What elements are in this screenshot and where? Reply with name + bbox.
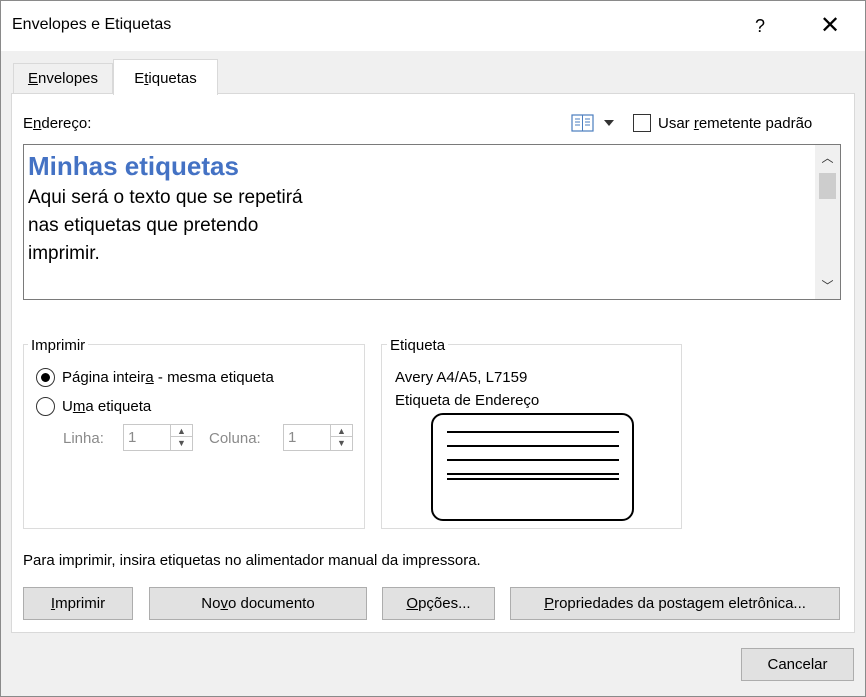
preview-line — [447, 473, 619, 475]
single-label-start: U — [62, 398, 73, 415]
use-default-sender-label[interactable]: Usar remetente padrão — [658, 115, 812, 132]
tab-envelopes[interactable]: Envelopes — [13, 63, 113, 95]
column-spinner-buttons: ▲ ▼ — [330, 425, 352, 450]
new-doc-label-start: No — [201, 595, 221, 612]
label-type: Etiqueta de Endereço — [395, 392, 540, 409]
single-label-radio-label[interactable]: Uma etiqueta — [62, 398, 151, 415]
single-label-accesskey: m — [72, 398, 86, 415]
options-accesskey: O — [406, 595, 419, 612]
column-value: 1 — [288, 429, 297, 446]
row-value: 1 — [128, 429, 137, 446]
spin-down-icon[interactable]: ▼ — [331, 437, 352, 449]
spin-up-icon[interactable]: ▲ — [331, 425, 352, 437]
scroll-down-icon[interactable]: ﹀ — [815, 273, 840, 299]
use-default-label-start: Usar — [658, 115, 694, 132]
scroll-thumb[interactable] — [819, 173, 836, 199]
single-label-end: a etiqueta — [85, 398, 152, 415]
address-label-start: E — [23, 115, 34, 132]
envelopes-labels-dialog: Envelopes e Etiquetas ? ✕ Envelopes Etiq… — [0, 0, 866, 697]
address-textarea[interactable]: Minhas etiquetas Aqui será o texto que s… — [23, 144, 841, 300]
address-book-button[interactable] — [571, 112, 617, 134]
options-button[interactable]: Opções... — [382, 587, 495, 620]
print-label: mprimir — [55, 595, 106, 612]
preview-line — [447, 445, 619, 447]
address-line: nas etiquetas que pretendo — [28, 215, 259, 236]
help-button[interactable]: ? — [737, 7, 783, 45]
label-product: Avery A4/A5, L7159 — [395, 369, 528, 386]
use-default-sender-checkbox[interactable] — [633, 114, 651, 132]
dialog-title: Envelopes e Etiquetas — [12, 16, 172, 33]
full-page-label-end: - mesma etiqueta — [153, 369, 274, 386]
column-spinner[interactable]: 1 ▲ ▼ — [283, 424, 353, 451]
tab-labels[interactable]: Etiquetas — [113, 59, 218, 95]
single-label-radio[interactable] — [36, 397, 55, 416]
title-bar: Envelopes e Etiquetas ? ✕ — [1, 1, 865, 51]
address-line: imprimir. — [28, 243, 100, 264]
new-document-button[interactable]: Novo documento — [149, 587, 367, 620]
label-group-legend: Etiqueta — [387, 337, 449, 354]
dropdown-arrow-icon — [604, 120, 614, 126]
preview-line — [447, 431, 619, 433]
tab-envelopes-label: nvelopes — [37, 70, 99, 87]
full-page-radio[interactable] — [36, 368, 55, 387]
address-label: Endereço: — [23, 115, 91, 132]
new-doc-accesskey: v — [220, 595, 228, 612]
close-button[interactable]: ✕ — [807, 7, 853, 45]
new-doc-label-end: o documento — [227, 595, 315, 612]
row-spinner[interactable]: 1 ▲ ▼ — [123, 424, 193, 451]
postage-properties-button[interactable]: Propriedades da postagem eletrônica... — [510, 587, 840, 620]
preview-line — [447, 459, 619, 461]
options-label: pções... — [418, 595, 471, 612]
postage-label: ropriedades da postagem eletrônica... — [554, 595, 806, 612]
address-label-end: dereço: — [41, 115, 92, 132]
help-icon: ? — [754, 16, 765, 36]
full-page-label-start: Página inteir — [62, 369, 146, 386]
address-title-text: Minhas etiquetas — [28, 151, 239, 181]
address-line: Aqui será o texto que se repetirá — [28, 187, 303, 208]
cancel-button[interactable]: Cancelar — [741, 648, 854, 681]
full-page-label-accesskey: a — [145, 369, 154, 386]
preview-line — [447, 478, 619, 480]
full-page-radio-label[interactable]: Página inteira - mesma etiqueta — [62, 369, 274, 386]
close-icon: ✕ — [819, 12, 841, 39]
address-scrollbar[interactable]: ︿ ﹀ — [815, 145, 840, 299]
row-label: Linha: — [63, 430, 104, 447]
postage-accesskey: P — [544, 595, 555, 612]
tab-envelopes-accesskey: E — [27, 70, 38, 87]
column-label: Coluna: — [209, 430, 261, 447]
use-default-label-end: emetente padrão — [698, 115, 813, 132]
print-button[interactable]: Imprimir — [23, 587, 133, 620]
label-preview[interactable] — [431, 413, 634, 521]
spin-down-icon[interactable]: ▼ — [171, 437, 192, 449]
print-instructions: Para imprimir, insira etiquetas no alime… — [23, 552, 481, 569]
print-group-legend: Imprimir — [28, 337, 89, 354]
tab-labels-label-start: E — [134, 70, 145, 87]
tab-labels-label: iquetas — [148, 70, 197, 87]
scroll-up-icon[interactable]: ︿ — [815, 145, 840, 171]
spin-up-icon[interactable]: ▲ — [171, 425, 192, 437]
row-spinner-buttons: ▲ ▼ — [170, 425, 192, 450]
address-book-icon — [571, 114, 614, 132]
